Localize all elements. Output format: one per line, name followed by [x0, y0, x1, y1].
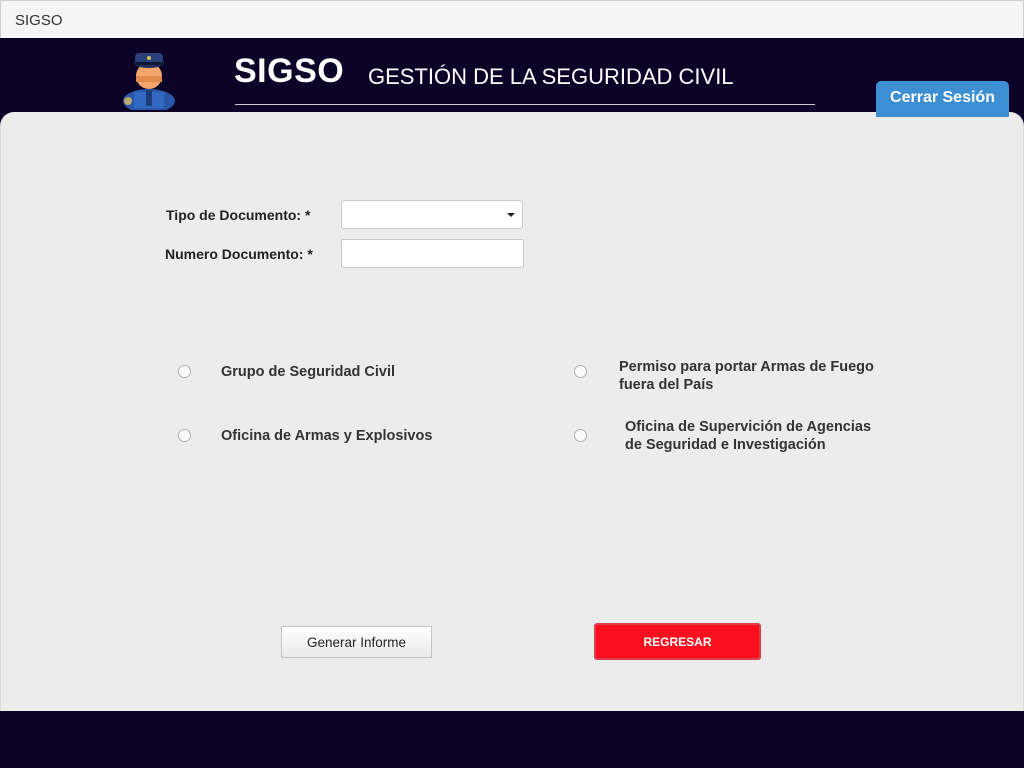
- doc-type-select[interactable]: [341, 200, 523, 229]
- back-button[interactable]: REGRESAR: [594, 623, 761, 660]
- doc-type-label: Tipo de Documento: *: [166, 207, 311, 223]
- chevron-down-icon: [507, 213, 515, 217]
- doc-number-input[interactable]: [341, 239, 524, 268]
- generate-report-button[interactable]: Generar Informe: [281, 626, 432, 658]
- radio-label-permiso-armas-fuego: Permiso para portar Armas de Fuego fuera…: [619, 359, 874, 393]
- security-guard-icon: [123, 53, 175, 110]
- radio-permiso-armas-fuego[interactable]: [574, 365, 587, 378]
- window-title-bar: SIGSO: [0, 0, 1024, 38]
- radio-label-grupo-seguridad-civil: Grupo de Seguridad Civil: [221, 364, 396, 380]
- radio-oficina-armas-explosivos[interactable]: [178, 429, 191, 442]
- app-title: SIGSO: [234, 52, 345, 90]
- header-divider: [235, 104, 815, 105]
- radio-grupo-seguridad-civil[interactable]: [178, 365, 191, 378]
- window-title: SIGSO: [15, 12, 63, 29]
- logout-button[interactable]: Cerrar Sesión: [876, 81, 1009, 117]
- radio-oficina-supervision-agencias[interactable]: [574, 429, 587, 442]
- radio-label-oficina-armas-explosivos: Oficina de Armas y Explosivos: [221, 428, 433, 444]
- app-footer: [0, 711, 1024, 768]
- app-subtitle: GESTIÓN DE LA SEGURIDAD CIVIL: [368, 64, 734, 89]
- radio-label-oficina-supervision-agencias: Oficina de Supervición de Agencias de Se…: [625, 419, 872, 453]
- doc-number-label: Numero Documento: *: [165, 246, 313, 262]
